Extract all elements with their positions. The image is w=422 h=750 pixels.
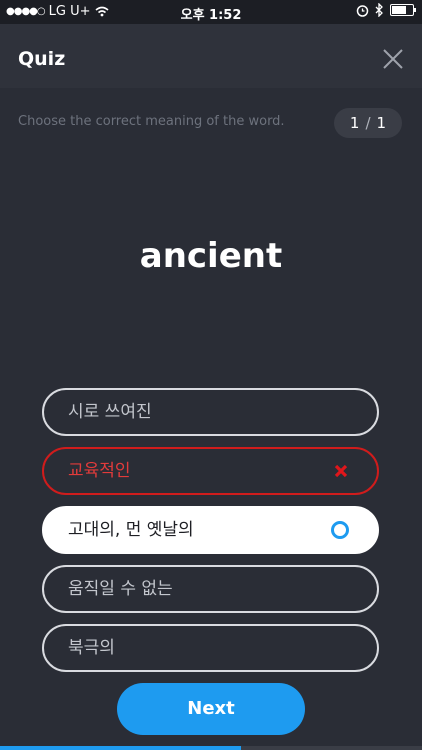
current-question: 1: [349, 114, 360, 132]
quiz-instruction: Choose the correct meaning of the word.: [18, 114, 285, 129]
progress-track: [0, 746, 422, 750]
page-title: Quiz: [18, 48, 66, 70]
answer-label: 북극의: [68, 638, 115, 658]
correct-circle-icon: [331, 521, 349, 539]
answer-option-1[interactable]: 시로 쓰여진: [42, 388, 379, 436]
status-bar: ●●●●○ LG U+ 오후 1:52: [0, 0, 422, 24]
battery-icon: [390, 4, 416, 16]
answer-option-3[interactable]: 고대의, 먼 옛날의: [42, 506, 379, 554]
progress-fill: [0, 746, 241, 750]
answer-option-4[interactable]: 움직일 수 없는: [42, 565, 379, 613]
answer-label: 움직일 수 없는: [68, 579, 173, 599]
answer-options: 시로 쓰여진 교육적인 고대의, 먼 옛날의 움직일 수 없는 북극의: [42, 388, 379, 683]
answer-label: 시로 쓰여진: [68, 402, 152, 422]
close-icon[interactable]: [382, 48, 404, 70]
answer-label: 고대의, 먼 옛날의: [68, 520, 194, 540]
prompt-row: Choose the correct meaning of the word. …: [0, 88, 422, 158]
wrong-x-icon: [334, 464, 348, 478]
answer-label: 교육적인: [68, 461, 131, 481]
counter-separator: /: [365, 114, 371, 132]
app-header: Quiz: [0, 24, 422, 88]
alarm-icon: [356, 4, 369, 17]
question-counter: 1 / 1: [334, 108, 402, 138]
total-questions: 1: [376, 114, 387, 132]
answer-option-2[interactable]: 교육적인: [42, 447, 379, 495]
bluetooth-icon: [375, 3, 383, 17]
quiz-word: ancient: [139, 236, 283, 276]
next-button[interactable]: Next: [117, 683, 305, 735]
answer-option-5[interactable]: 북극의: [42, 624, 379, 672]
